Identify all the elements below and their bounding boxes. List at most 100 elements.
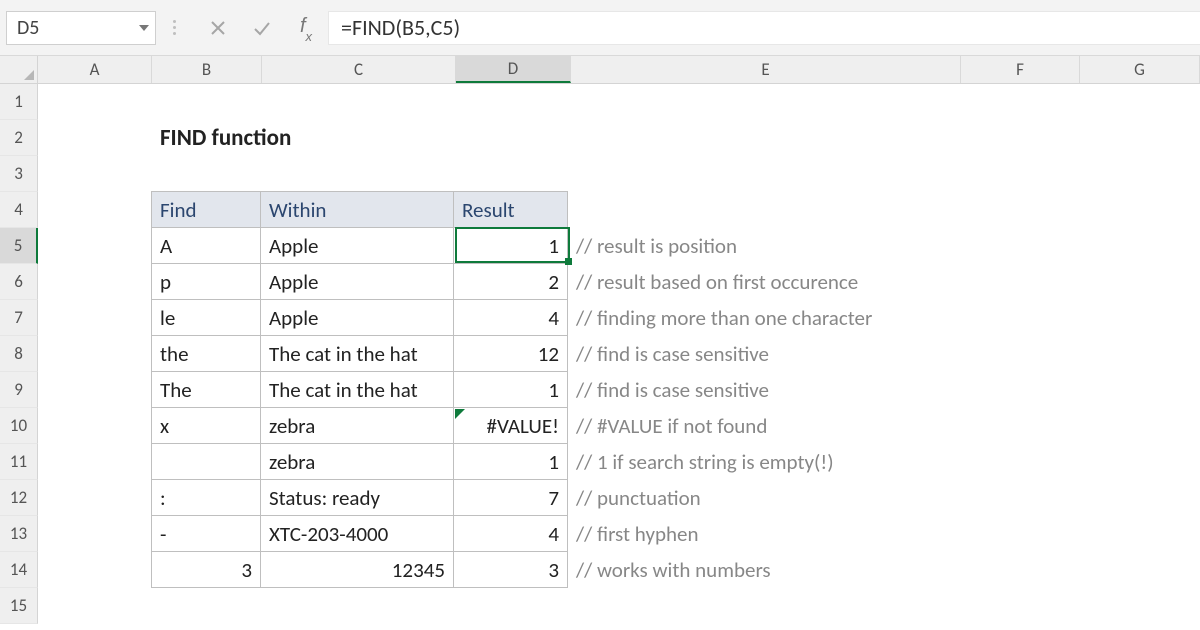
cell-F[interactable]: [958, 228, 1077, 264]
col-header-B[interactable]: B: [152, 56, 262, 83]
cell-note[interactable]: // #VALUE if not found: [568, 408, 958, 444]
cell-F[interactable]: [958, 372, 1077, 408]
row-header-6[interactable]: 6: [0, 264, 38, 300]
cell-B[interactable]: [152, 84, 262, 120]
col-header-F[interactable]: F: [961, 56, 1080, 83]
cell-note[interactable]: // punctuation: [568, 480, 958, 516]
header-result[interactable]: Result: [453, 191, 568, 228]
cell-within[interactable]: Status: ready: [260, 479, 454, 516]
cell-find[interactable]: x: [151, 407, 261, 444]
cell-G[interactable]: [1077, 192, 1200, 228]
cell-find[interactable]: the: [151, 335, 261, 372]
col-header-C[interactable]: C: [262, 56, 456, 83]
cell-within[interactable]: zebra: [260, 407, 454, 444]
row-header-15[interactable]: 15: [0, 588, 38, 624]
cell-A[interactable]: [38, 372, 152, 408]
cell-G[interactable]: [1077, 552, 1200, 588]
cell-G[interactable]: [1080, 84, 1200, 120]
cell-note[interactable]: // find is case sensitive: [568, 372, 958, 408]
cell-F[interactable]: [958, 300, 1077, 336]
cell-note[interactable]: // 1 if search string is empty(!): [568, 444, 958, 480]
cell-result[interactable]: #VALUE!: [453, 407, 568, 444]
cell-result[interactable]: 3: [453, 551, 568, 588]
cell-within[interactable]: The cat in the hat: [260, 371, 454, 408]
chevron-down-icon[interactable]: [139, 25, 149, 31]
cell-B[interactable]: [152, 588, 262, 624]
cell-result[interactable]: 1: [453, 371, 568, 408]
cell-within[interactable]: Apple: [260, 227, 454, 264]
cell-F[interactable]: [958, 408, 1077, 444]
cell-note[interactable]: // first hyphen: [568, 516, 958, 552]
cell-F[interactable]: [958, 516, 1077, 552]
cell-D[interactable]: [456, 156, 571, 192]
cell-note[interactable]: // works with numbers: [568, 552, 958, 588]
cell-F[interactable]: [961, 84, 1080, 120]
cell-A[interactable]: [38, 588, 152, 624]
cell-A[interactable]: [38, 552, 152, 588]
cell-F[interactable]: [961, 120, 1080, 156]
cell-D[interactable]: [456, 588, 571, 624]
cell-A[interactable]: [38, 192, 152, 228]
cell-G[interactable]: [1077, 228, 1200, 264]
cell-result[interactable]: 7: [453, 479, 568, 516]
row-header-7[interactable]: 7: [0, 300, 38, 336]
cell-within[interactable]: XTC-203-4000: [260, 515, 454, 552]
cell-E[interactable]: [571, 156, 961, 192]
cell-F[interactable]: [958, 480, 1077, 516]
cell-note[interactable]: // result is position: [568, 228, 958, 264]
col-header-G[interactable]: G: [1080, 56, 1200, 83]
cell-F[interactable]: [961, 156, 1080, 192]
cell-within[interactable]: Apple: [260, 299, 454, 336]
row-header-2[interactable]: 2: [0, 120, 38, 156]
cell-D[interactable]: [456, 120, 571, 156]
col-header-E[interactable]: E: [571, 56, 961, 83]
cell-G[interactable]: [1080, 156, 1200, 192]
cell-F[interactable]: [958, 192, 1077, 228]
cell-G[interactable]: [1077, 336, 1200, 372]
row-header-14[interactable]: 14: [0, 552, 38, 588]
header-find[interactable]: Find: [151, 191, 261, 228]
enter-button[interactable]: [240, 11, 284, 45]
cell-G[interactable]: [1080, 120, 1200, 156]
cell-A[interactable]: [38, 480, 152, 516]
name-box[interactable]: D5: [6, 11, 156, 45]
cell-G[interactable]: [1077, 516, 1200, 552]
row-header-10[interactable]: 10: [0, 408, 38, 444]
cell-A[interactable]: [38, 228, 152, 264]
cell-within[interactable]: The cat in the hat: [260, 335, 454, 372]
cell-G[interactable]: [1077, 300, 1200, 336]
cell-F[interactable]: [958, 264, 1077, 300]
cell-A[interactable]: [38, 444, 152, 480]
cell-A[interactable]: [38, 516, 152, 552]
row-header-1[interactable]: 1: [0, 84, 38, 120]
cell-note[interactable]: // finding more than one character: [568, 300, 958, 336]
row-header-5[interactable]: 5: [0, 228, 38, 264]
cell-note[interactable]: // find is case sensitive: [568, 336, 958, 372]
cell-A[interactable]: [38, 300, 152, 336]
cell-C[interactable]: [262, 588, 456, 624]
cell-find[interactable]: 3: [151, 551, 261, 588]
row-header-9[interactable]: 9: [0, 372, 38, 408]
cell-A[interactable]: [38, 336, 152, 372]
formula-input[interactable]: =FIND(B5,C5): [328, 11, 1200, 45]
col-header-D[interactable]: D: [456, 56, 571, 83]
title-cell[interactable]: FIND function: [152, 120, 262, 156]
cell-result[interactable]: 2: [453, 263, 568, 300]
cell-A[interactable]: [38, 84, 152, 120]
row-header-12[interactable]: 12: [0, 480, 38, 516]
cell-within[interactable]: Apple: [260, 263, 454, 300]
cell-C[interactable]: [262, 156, 456, 192]
cell-within[interactable]: 12345: [260, 551, 454, 588]
cell-G[interactable]: [1077, 408, 1200, 444]
cell-find[interactable]: le: [151, 299, 261, 336]
cell-F[interactable]: [961, 588, 1080, 624]
cell-find[interactable]: [151, 443, 261, 480]
cell-find[interactable]: p: [151, 263, 261, 300]
row-header-13[interactable]: 13: [0, 516, 38, 552]
cell-find[interactable]: The: [151, 371, 261, 408]
cell-G[interactable]: [1080, 588, 1200, 624]
cell-E[interactable]: [571, 120, 961, 156]
header-within[interactable]: Within: [260, 191, 454, 228]
cell-within[interactable]: zebra: [260, 443, 454, 480]
cell-C[interactable]: [262, 84, 456, 120]
